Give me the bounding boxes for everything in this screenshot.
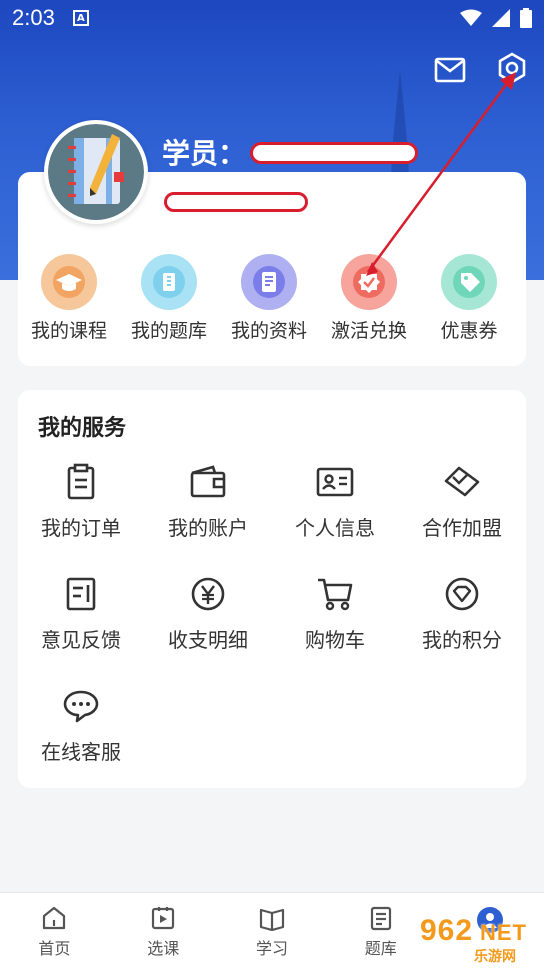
avatar[interactable] <box>44 120 148 224</box>
service-personal-info[interactable]: 个人信息 <box>272 462 398 541</box>
home-icon <box>43 906 66 930</box>
redacted-id <box>164 192 308 212</box>
nav-courses[interactable]: 选课 <box>109 893 218 968</box>
service-label: 在线客服 <box>41 740 121 764</box>
quick-my-materials[interactable]: 我的资料 <box>220 254 318 343</box>
service-label: 个人信息 <box>295 516 375 540</box>
wifi-icon <box>460 9 482 26</box>
battery-icon <box>520 8 532 28</box>
mail-button[interactable] <box>432 52 468 88</box>
quick-label: 优惠券 <box>440 320 498 342</box>
quick-my-question-bank[interactable]: 我的题库 <box>120 254 218 343</box>
question-bank-icon <box>370 906 391 931</box>
services-card: 我的服务 我的订单 我的账户 个人信息 合作加盟 意见反馈 收支明细 购物车 我… <box>18 390 526 788</box>
watermark-suffix: NET <box>480 920 527 945</box>
nav-study[interactable]: 学习 <box>218 893 327 968</box>
service-label: 我的积分 <box>422 628 502 652</box>
service-partnership[interactable]: 合作加盟 <box>399 462 525 541</box>
quick-actions-row: 我的课程 我的题库 我的资料 激活兑换 优惠券 <box>18 254 526 343</box>
notebook-pencil-icon <box>68 134 124 204</box>
settings-button[interactable] <box>494 50 530 86</box>
book-icon <box>259 908 285 931</box>
redacted-name <box>250 142 418 164</box>
service-points[interactable]: 我的积分 <box>399 574 525 653</box>
service-label: 购物车 <box>305 628 365 652</box>
service-label: 我的订单 <box>41 516 121 540</box>
nav-home[interactable]: 首页 <box>0 893 109 968</box>
feedback-icon <box>61 574 101 614</box>
services-title: 我的服务 <box>38 416 127 441</box>
mail-icon <box>434 57 466 83</box>
service-my-orders[interactable]: 我的订单 <box>18 462 144 541</box>
quick-coupons[interactable]: 优惠券 <box>420 254 518 343</box>
student-name-label: 学员： <box>162 137 247 170</box>
chat-icon <box>61 686 101 726</box>
quick-label: 我的资料 <box>230 320 307 342</box>
cellular-icon <box>492 9 510 27</box>
watermark-number: 962 <box>420 914 474 947</box>
status-notification-badge: A <box>72 10 89 26</box>
nav-label: 首页 <box>38 939 71 958</box>
service-cart[interactable]: 购物车 <box>272 574 398 653</box>
wallet-icon <box>188 462 228 502</box>
ticket-icon <box>141 254 197 310</box>
status-bar: 2:03 A <box>0 0 544 36</box>
nav-label: 选课 <box>147 939 180 958</box>
site-watermark: 962 NET 乐游网 <box>412 906 544 968</box>
document-icon <box>241 254 297 310</box>
quick-activate-redeem[interactable]: 激活兑换 <box>320 254 418 343</box>
service-online-support[interactable]: 在线客服 <box>18 686 144 765</box>
quick-label: 激活兑换 <box>330 320 407 342</box>
watermark-site: 乐游网 <box>474 949 516 965</box>
service-transactions[interactable]: 收支明细 <box>145 574 271 653</box>
nav-label: 学习 <box>255 939 288 958</box>
points-icon <box>442 574 482 614</box>
quick-label: 我的题库 <box>130 320 207 342</box>
nav-label: 题库 <box>364 939 397 958</box>
clipboard-icon <box>61 462 101 502</box>
service-label: 意见反馈 <box>41 628 121 652</box>
status-time: 2:03 <box>12 5 55 30</box>
id-card-icon <box>315 462 355 502</box>
gear-icon <box>498 52 526 84</box>
graduation-cap-icon <box>41 254 97 310</box>
quick-label: 我的课程 <box>30 320 107 342</box>
service-label: 合作加盟 <box>422 516 502 540</box>
service-label: 收支明细 <box>168 628 248 652</box>
handshake-icon <box>442 462 482 502</box>
cart-icon <box>315 574 355 614</box>
service-my-account[interactable]: 我的账户 <box>145 462 271 541</box>
service-feedback[interactable]: 意见反馈 <box>18 574 144 653</box>
play-course-icon <box>152 907 175 930</box>
quick-my-courses[interactable]: 我的课程 <box>20 254 118 343</box>
badge-check-icon <box>341 254 397 310</box>
yen-icon <box>188 574 228 614</box>
service-label: 我的账户 <box>168 516 248 540</box>
coupon-tag-icon <box>441 254 497 310</box>
status-indicators <box>460 8 532 28</box>
